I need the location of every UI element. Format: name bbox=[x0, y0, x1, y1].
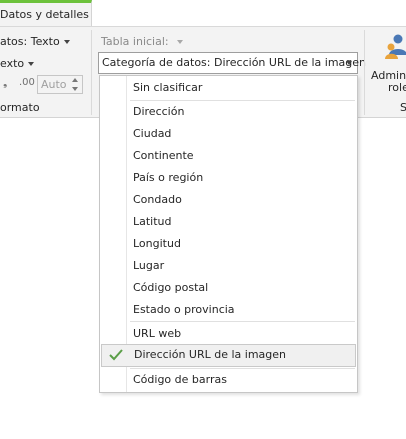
tab-label: Datos y detalles bbox=[0, 8, 89, 21]
comma-style-icon[interactable]: ❟ bbox=[3, 76, 7, 90]
menu-item-sin-clasificar[interactable]: Sin clasificar bbox=[100, 77, 357, 99]
menu-item-url-web[interactable]: URL web bbox=[100, 323, 357, 345]
data-category-menu: Sin clasificar Dirección Ciudad Continen… bbox=[99, 75, 358, 393]
menu-item-lugar[interactable]: Lugar bbox=[100, 255, 357, 277]
menu-item-longitud[interactable]: Longitud bbox=[100, 233, 357, 255]
data-category-combobox[interactable]: Categoría de datos: Dirección URL de la … bbox=[98, 52, 366, 74]
menu-item-codigo-postal[interactable]: Código postal bbox=[100, 277, 357, 299]
type-label: exto bbox=[0, 57, 25, 70]
table-dropdown[interactable]: Tabla inicial: bbox=[101, 35, 183, 48]
menu-item-direccion-url-imagen[interactable]: Dirección URL de la imagen bbox=[101, 344, 356, 367]
menu-item-codigo-de-barras[interactable]: Código de barras bbox=[100, 369, 357, 391]
table-label: Tabla inicial: bbox=[101, 35, 169, 48]
data-category-value: Categoría de datos: Dirección URL de la … bbox=[102, 56, 366, 69]
tab-strip: Datos y detalles bbox=[0, 0, 406, 26]
chevron-down-icon bbox=[346, 61, 352, 65]
decimal-places-value: Auto bbox=[41, 78, 67, 91]
menu-item-condado[interactable]: Condado bbox=[100, 189, 357, 211]
manage-roles-label-2: role bbox=[388, 81, 406, 94]
menu-item-direccion[interactable]: Dirección bbox=[100, 101, 357, 123]
chevron-down-icon bbox=[63, 40, 70, 44]
spinner-arrows-icon[interactable] bbox=[72, 78, 79, 91]
chevron-down-icon bbox=[176, 40, 183, 44]
manage-roles-icon[interactable] bbox=[385, 33, 406, 63]
group-label-formato: ormato bbox=[0, 101, 40, 114]
menu-item-estado-o-provincia[interactable]: Estado o provincia bbox=[100, 299, 357, 321]
menu-item-latitud[interactable]: Latitud bbox=[100, 211, 357, 233]
type-dropdown[interactable]: exto bbox=[0, 57, 35, 70]
checkmark-icon bbox=[109, 349, 123, 361]
menu-item-ciudad[interactable]: Ciudad bbox=[100, 123, 357, 145]
ribbon-divider bbox=[364, 30, 365, 115]
format-dropdown[interactable]: atos: Texto bbox=[0, 35, 70, 48]
group-label-s: S bbox=[400, 101, 406, 114]
menu-separator bbox=[130, 321, 355, 322]
decimal-places-stepper[interactable]: Auto bbox=[37, 75, 83, 94]
ribbon-divider bbox=[91, 30, 92, 115]
menu-item-continente[interactable]: Continente bbox=[100, 145, 357, 167]
tab-datos-y-detalles[interactable]: Datos y detalles bbox=[0, 0, 92, 26]
chevron-down-icon bbox=[28, 62, 35, 66]
format-label: atos: Texto bbox=[0, 35, 60, 48]
menu-item-pais-o-region[interactable]: País o región bbox=[100, 167, 357, 189]
decrease-decimal-icon[interactable]: .00 bbox=[19, 77, 35, 88]
